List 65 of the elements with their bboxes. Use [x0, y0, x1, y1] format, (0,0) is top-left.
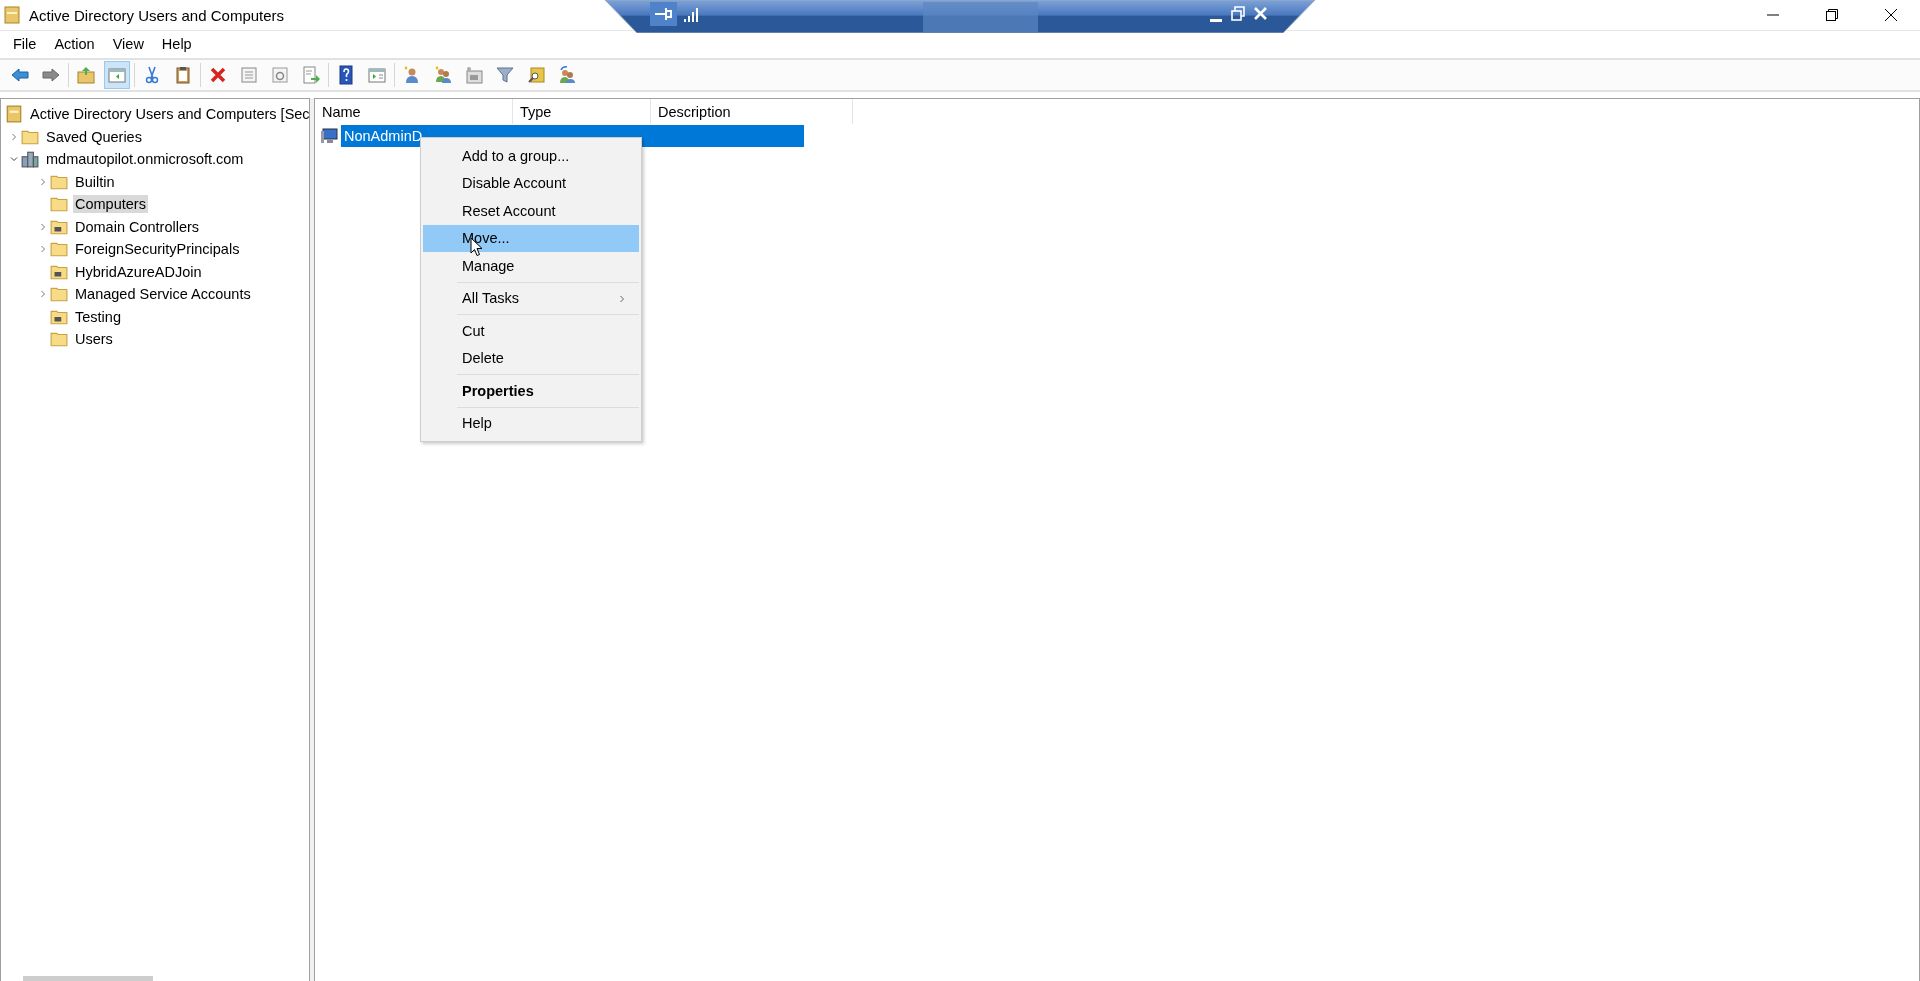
tree-item[interactable]: Computers	[73, 195, 148, 214]
refresh-icon[interactable]	[270, 65, 290, 85]
tree-item[interactable]: Active Directory Users and Computers [Sec	[28, 105, 312, 124]
forward-arrow-icon[interactable]	[41, 65, 61, 85]
folder-icon	[50, 285, 68, 304]
menu-item[interactable]: Help	[152, 34, 201, 54]
tree-item[interactable]: Managed Service Accounts	[73, 285, 253, 304]
document-icon[interactable]	[239, 65, 259, 85]
filter-icon[interactable]	[495, 65, 515, 85]
help-icon[interactable]	[336, 65, 356, 85]
pane-icon[interactable]	[107, 65, 127, 85]
folder-up-icon[interactable]	[76, 65, 96, 85]
menu-item[interactable]: Move...	[423, 224, 639, 252]
back-arrow-icon[interactable]	[10, 65, 30, 85]
export-list-icon[interactable]	[301, 65, 321, 85]
tree-item[interactable]: ForeignSecurityPrincipals	[73, 240, 242, 259]
menu-item[interactable]: All Tasks	[423, 284, 639, 312]
pane-icon[interactable]	[367, 65, 387, 85]
directory-book-icon	[5, 105, 23, 124]
menu-item[interactable]: Cut	[423, 317, 639, 345]
search-icon[interactable]	[526, 65, 546, 85]
tree-item[interactable]: HybridAzureADJoin	[73, 262, 204, 281]
column-header[interactable]: Type	[513, 99, 651, 124]
tree-item[interactable]: Testing	[73, 307, 123, 326]
users-icon[interactable]	[557, 65, 577, 85]
column-header[interactable]: Description	[651, 99, 853, 124]
folder-icon	[50, 195, 68, 214]
folder-icon	[50, 330, 68, 349]
tree-item[interactable]: Saved Queries	[44, 127, 144, 146]
folder-icon	[50, 240, 68, 259]
menu-item[interactable]: Help	[423, 409, 639, 437]
domain-icon	[21, 150, 39, 169]
menu-item[interactable]: View	[103, 34, 153, 54]
restore-icon[interactable]	[1825, 9, 1838, 21]
restore-icon[interactable]	[1231, 6, 1245, 21]
tree-item[interactable]: Domain Controllers	[73, 217, 202, 236]
menu-item[interactable]: Action	[45, 34, 104, 54]
menu-item[interactable]: Properties	[423, 377, 639, 405]
menu-item[interactable]: Disable Account	[423, 169, 639, 197]
scrollbar-thumb[interactable]	[23, 976, 153, 981]
window-title: Active Directory Users and Computers	[29, 6, 285, 24]
tree-item[interactable]: Builtin	[73, 172, 117, 191]
close-icon[interactable]	[1884, 9, 1897, 21]
users-icon[interactable]	[433, 65, 453, 85]
expand-chevron-icon[interactable]	[10, 132, 18, 141]
menu-item[interactable]: Delete	[423, 344, 639, 372]
tree-item[interactable]: mdmautopilot.onmicrosoft.com	[44, 150, 246, 169]
menu-item[interactable]: Manage	[423, 252, 639, 280]
collapse-chevron-icon[interactable]	[10, 155, 18, 164]
computer-icon	[321, 127, 339, 145]
signal-icon	[684, 8, 698, 22]
clipboard-icon[interactable]	[173, 65, 193, 85]
expand-chevron-icon[interactable]	[39, 177, 47, 186]
column-header[interactable]: Name	[315, 99, 513, 124]
pin-icon[interactable]	[650, 2, 677, 26]
tree-item[interactable]: Users	[73, 330, 115, 349]
expand-chevron-icon[interactable]	[39, 290, 47, 299]
expand-chevron-icon[interactable]	[39, 245, 47, 254]
delete-icon[interactable]	[208, 65, 228, 85]
app-icon	[4, 6, 20, 24]
menu-item[interactable]: File	[4, 34, 46, 54]
expand-chevron-icon[interactable]	[39, 222, 47, 231]
menu-item[interactable]: Reset Account	[423, 197, 639, 225]
container-icon[interactable]	[464, 65, 484, 85]
submenu-chevron-icon	[619, 294, 625, 303]
